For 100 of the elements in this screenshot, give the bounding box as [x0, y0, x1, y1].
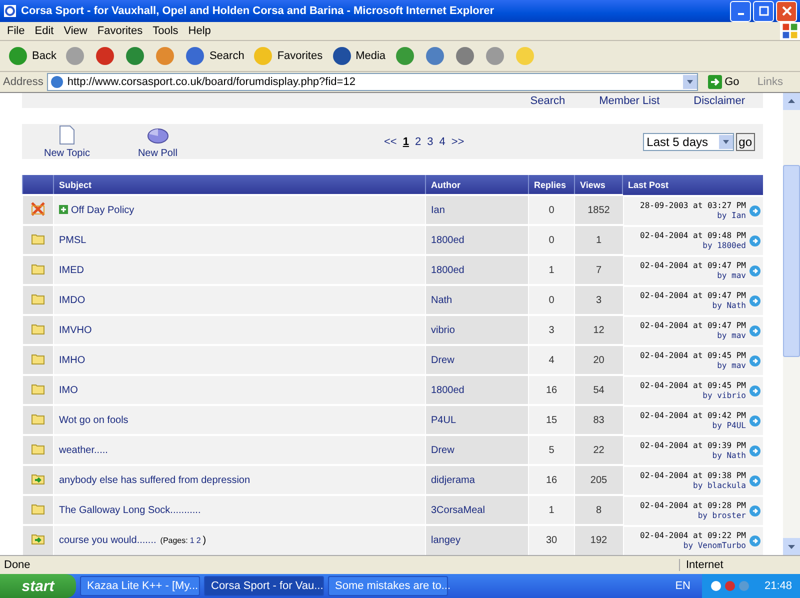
views-count: 192 [590, 535, 608, 546]
favorites-button[interactable]: Favorites [249, 43, 326, 69]
thread-link[interactable]: IMO [59, 384, 78, 396]
replies-count: 0 [548, 294, 554, 306]
last-poster-link[interactable]: by Ian [717, 211, 746, 221]
author-link[interactable]: didjerama [431, 474, 475, 486]
page-link[interactable]: 3 [427, 136, 434, 148]
go-to-post-icon[interactable] [749, 235, 761, 247]
author-link[interactable]: Ian [431, 204, 445, 216]
replies-count: 0 [548, 234, 554, 246]
taskbar-button[interactable]: Some mistakes are to... [328, 576, 448, 596]
views-count: 3 [596, 294, 602, 306]
menu-item[interactable]: Edit [32, 25, 61, 37]
last-post-date: 02-04-2004 at 09:42 PM [640, 411, 746, 421]
thread-link[interactable]: The Galloway Long Sock........... [59, 504, 201, 516]
go-to-post-icon[interactable] [749, 385, 761, 397]
thread-link[interactable]: anybody else has suffered from depression [59, 474, 250, 486]
author-link[interactable]: Drew [431, 354, 454, 366]
toolbar-icon [252, 45, 274, 67]
last-poster-link[interactable]: by mav [717, 361, 746, 371]
media-button[interactable]: Media [328, 43, 389, 69]
menu-item[interactable]: File [4, 25, 32, 37]
nav-link[interactable]: Member List [599, 94, 660, 107]
back-button[interactable]: Back [4, 43, 60, 69]
views-count: 22 [593, 444, 604, 456]
views-count: 1 [596, 234, 602, 246]
thread-link[interactable]: IMDO [59, 294, 86, 306]
start-button[interactable]: start [0, 574, 76, 598]
page-link[interactable]: 4 [439, 136, 446, 148]
close-button[interactable] [776, 0, 797, 22]
thread-link[interactable]: IMHO [59, 354, 86, 366]
minimize-button[interactable] [730, 0, 751, 22]
last-poster-link[interactable]: by mav [717, 331, 746, 341]
menu-item[interactable]: View [60, 25, 94, 37]
menu-item[interactable]: Favorites [94, 25, 150, 37]
security-zone: Internet [679, 559, 796, 571]
author-link[interactable]: 1800ed [431, 384, 464, 396]
last-poster-link[interactable]: by blackula [693, 481, 746, 491]
last-poster-link[interactable]: by Nath [712, 301, 746, 311]
new-poll-link[interactable]: New Poll [138, 124, 178, 159]
new-topic-link[interactable]: New Topic [44, 124, 90, 159]
last-post-date: 02-04-2004 at 09:45 PM [640, 351, 746, 361]
go-to-post-icon[interactable] [749, 505, 761, 517]
taskbar-button[interactable]: Kazaa Lite K++ - [My... [80, 576, 200, 596]
clock: 21:48 [764, 580, 792, 592]
go-to-post-icon[interactable] [749, 205, 761, 217]
page-link[interactable]: 1 [402, 136, 409, 148]
menu-item[interactable]: Help [185, 25, 218, 37]
author-link[interactable]: 3CorsaMeal [431, 504, 485, 516]
scrollbar-thumb[interactable] [783, 165, 800, 357]
previous-page-link[interactable]: << [384, 136, 397, 148]
go-to-post-icon[interactable] [749, 265, 761, 277]
nav-link[interactable]: Disclaimer [694, 94, 745, 107]
date-filter-dropdown[interactable]: Last 5 days [642, 132, 734, 151]
last-poster-link[interactable]: by P4UL [712, 421, 746, 431]
thread-link[interactable]: IMED [59, 264, 84, 276]
author-link[interactable]: vibrio [431, 324, 455, 336]
thread-link[interactable]: Wot go on fools [59, 414, 128, 426]
scroll-up-icon[interactable] [783, 93, 800, 110]
vertical-scrollbar[interactable] [783, 93, 800, 555]
author-link[interactable]: langey [431, 535, 460, 546]
toolbar-icon [184, 45, 206, 67]
taskbar-button[interactable]: Corsa Sport - for Vau... [204, 576, 324, 596]
thread-link[interactable]: course you would....... [59, 535, 156, 546]
last-poster-link[interactable]: by Nath [712, 451, 746, 461]
last-poster-link[interactable]: by mav [717, 271, 746, 281]
address-field[interactable]: http://www.corsasport.co.uk/board/forumdisplay.php?fid=12 [47, 73, 698, 91]
go-to-post-icon[interactable] [749, 295, 761, 307]
thread-link[interactable]: Off Day Policy [71, 204, 134, 216]
page-link[interactable]: 2 [196, 536, 201, 545]
menu-item[interactable]: Tools [150, 25, 186, 37]
author-link[interactable]: Nath [431, 294, 452, 306]
last-poster-link[interactable]: by vibrio [702, 391, 746, 401]
author-link[interactable]: P4UL [431, 414, 456, 426]
go-to-post-icon[interactable] [749, 535, 761, 547]
go-to-post-icon[interactable] [749, 355, 761, 367]
go-to-post-icon[interactable] [749, 445, 761, 457]
maximize-button[interactable] [753, 0, 774, 22]
go-button[interactable]: Go [702, 74, 746, 90]
thread-link[interactable]: weather..... [59, 444, 108, 456]
go-to-post-icon[interactable] [749, 415, 761, 427]
author-link[interactable]: Drew [431, 444, 454, 456]
author-link[interactable]: 1800ed [431, 264, 464, 276]
go-to-post-icon[interactable] [749, 325, 761, 337]
page-link[interactable]: 2 [414, 136, 422, 148]
scroll-down-icon[interactable] [783, 538, 800, 555]
thread-link[interactable]: PMSL [59, 234, 86, 246]
views-count: 54 [593, 384, 604, 396]
thread-link[interactable]: IMVHO [59, 324, 92, 336]
last-poster-link[interactable]: by broster [698, 511, 746, 521]
go-button[interactable]: go [736, 132, 755, 151]
page-link[interactable]: 1 [190, 536, 194, 545]
last-poster-link[interactable]: by 1800ed [702, 241, 746, 251]
go-to-post-icon[interactable] [749, 475, 761, 487]
last-poster-link[interactable]: by VenomTurbo [683, 541, 746, 551]
nav-link[interactable]: Search [530, 94, 566, 107]
next-page-link[interactable]: >> [451, 136, 464, 148]
author-link[interactable]: 1800ed [431, 234, 464, 246]
views-count: 8 [596, 504, 602, 516]
search-button[interactable]: Search [181, 43, 248, 69]
